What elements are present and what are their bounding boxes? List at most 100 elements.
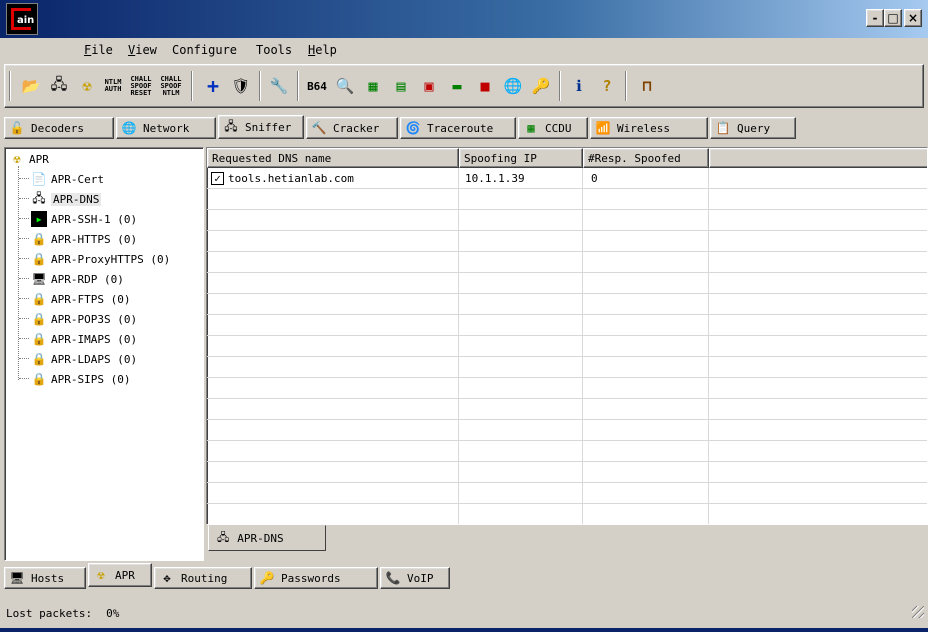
lock-icon: 🔒 [31, 332, 47, 346]
column-spoofing-ip[interactable]: Spoofing IP [459, 148, 583, 168]
tab-apr-dns[interactable]: 🖧 APR-DNS [208, 525, 326, 551]
tab-network[interactable]: 🌐 Network [116, 117, 216, 139]
radiation-icon: ☢ [13, 152, 21, 166]
wireless-icon: 📶 [595, 121, 611, 135]
menu-bar: File View Configure Tools Help [0, 38, 928, 62]
tree-item-apr-sips[interactable]: 🔒 APR-SIPS (0) [31, 369, 131, 389]
lock-icon: 🔒 [31, 352, 47, 366]
tab-routing[interactable]: ✥ Routing [154, 567, 252, 589]
base64-icon[interactable]: B64 [305, 73, 329, 99]
tree-item-apr-ldaps[interactable]: 🔒 APR-LDAPS (0) [31, 349, 138, 369]
vpn-icon[interactable]: ▤ [389, 73, 413, 99]
tree-item-apr-imaps[interactable]: 🔒 APR-IMAPS (0) [31, 329, 138, 349]
apr-start-icon[interactable]: ☢ [75, 73, 99, 99]
menu-configure[interactable]: Configure [172, 43, 237, 57]
tab-apr[interactable]: ☢ APR [88, 563, 152, 587]
tab-traceroute[interactable]: 🌀 Traceroute [400, 117, 516, 139]
cisco-icon[interactable]: ▬ [445, 73, 469, 99]
info-icon[interactable]: ℹ [567, 73, 591, 99]
network-icon: 🌐 [121, 121, 137, 135]
toolbar: 📂 🖧 ☢ NTLM AUTH CHALL SPOOF RESET CHALL SPOO… [4, 64, 924, 108]
lock-icon: 🔒 [31, 252, 47, 266]
passwords-icon: 🔑 [259, 571, 275, 585]
tree-item-apr-proxyhttps[interactable]: 🔒 APR-ProxyHTTPS (0) [31, 249, 171, 269]
ccdu-icon: ▦ [527, 121, 535, 135]
add-icon[interactable]: + [201, 73, 225, 99]
cracker-icon: 🔨 [311, 121, 327, 135]
tree-item-apr-cert[interactable]: 📄 APR-Cert [31, 169, 104, 189]
column-requested-dns-name[interactable]: Requested DNS name [207, 148, 459, 168]
menu-view[interactable]: View [128, 43, 157, 57]
tab-sniffer[interactable]: 🖧 Sniffer [218, 115, 304, 139]
column-resp-spoofed[interactable]: #Resp. Spoofed [583, 148, 709, 168]
hosts-icon: 🖥 [9, 571, 25, 585]
help-icon[interactable]: ? [595, 73, 619, 99]
box-icon[interactable]: ■ [473, 73, 497, 99]
radiation-icon: ☢ [97, 568, 105, 582]
bottom-tabs: 🖥 Hosts ☢ APR ✥ Routing 🔑 Passwords 📞 VoIP [4, 563, 924, 591]
tab-wireless[interactable]: 📶 Wireless [590, 117, 708, 139]
chall-spoof-reset-button[interactable]: CHALL SPOOF RESET [129, 73, 153, 99]
dns-icon: 🖧 [217, 530, 230, 544]
menu-tools[interactable]: Tools [256, 43, 292, 57]
lock-icon: 🔒 [31, 372, 47, 386]
app-logo[interactable]: ain [6, 3, 38, 35]
lsa-icon[interactable]: ▦ [361, 73, 385, 99]
dns-spoof-table[interactable]: Requested DNS name Spoofing IP #Resp. Sp… [206, 147, 928, 525]
shield-icon[interactable]: 🛡 [229, 73, 253, 99]
tab-decoders[interactable]: 🔓 Decoders [4, 117, 114, 139]
lost-packets-label: Lost packets: [6, 606, 93, 620]
traceroute-icon: 🌀 [405, 121, 421, 135]
apr-tree[interactable]: ☢ APR 📄 APR-Cert 🖧 APR-DNS ▶ APR-SSH-1 (… [4, 147, 204, 561]
tab-passwords[interactable]: 🔑 Passwords [254, 567, 378, 589]
tree-item-apr-rdp[interactable]: 🖥 APR-RDP (0) [31, 269, 123, 289]
resize-grip[interactable] [912, 606, 924, 618]
spoofing-ip-cell: 10.1.1.39 [465, 172, 525, 185]
tree-item-apr-ssh1[interactable]: ▶ APR-SSH-1 (0) [31, 209, 137, 229]
main-tabs: 🔓 Decoders 🌐 Network 🖧 Sniffer 🔨 Cracker 🌀 Tr… [4, 115, 924, 139]
minimize-button[interactable]: - [866, 9, 884, 27]
tree-item-apr-dns[interactable]: 🖧 APR-DNS [31, 189, 102, 209]
decoders-icon: 🔓 [9, 121, 25, 135]
key-icon[interactable]: 🔑 [529, 73, 553, 99]
dns-icon: 🖧 [32, 190, 46, 205]
window-border [0, 628, 928, 632]
tree-root-apr[interactable]: ☢ APR [9, 149, 49, 169]
lock-icon: 🔒 [31, 232, 47, 246]
tab-cracker[interactable]: 🔨 Cracker [306, 117, 398, 139]
sniffer-icon: 🖧 [224, 118, 238, 133]
table-row[interactable]: ✓ tools.hetianlab.com 10.1.1.39 0 [207, 168, 927, 189]
menu-file[interactable]: File [84, 43, 113, 57]
open-folder-icon[interactable]: 📂 [19, 73, 43, 99]
table-header: Requested DNS name Spoofing IP #Resp. Sp… [207, 148, 927, 168]
tab-hosts[interactable]: 🖥 Hosts [4, 567, 86, 589]
tree-item-apr-pop3s[interactable]: 🔒 APR-POP3S (0) [31, 309, 138, 329]
sniff-icon[interactable]: 🔍 [333, 73, 357, 99]
status-bar: Lost packets: 0% [0, 600, 928, 626]
lost-packets-value: 0% [106, 606, 120, 620]
exit-icon[interactable]: ⊓ [635, 73, 659, 99]
resp-spoofed-cell: 0 [591, 172, 598, 185]
ntlm-auth-button[interactable]: NTLM AUTH [101, 73, 125, 99]
title-bar: ain - □ × [0, 0, 928, 38]
tools-icon[interactable]: 🔧 [267, 73, 291, 99]
hash-icon[interactable]: ▣ [417, 73, 441, 99]
tab-voip[interactable]: 📞 VoIP [380, 567, 450, 589]
tab-ccdu[interactable]: ▦ CCDU [518, 117, 588, 139]
sniffer-start-icon[interactable]: 🖧 [47, 73, 71, 99]
row-checkbox[interactable]: ✓ [211, 172, 224, 185]
query-icon: 📋 [715, 121, 731, 135]
app-logo-text: ain [17, 15, 35, 26]
globe-icon[interactable]: 🌐 [501, 73, 525, 99]
grid-tabs: 🖧 APR-DNS [206, 525, 928, 561]
menu-help[interactable]: Help [308, 43, 337, 57]
maximize-button[interactable]: □ [884, 9, 902, 27]
routing-icon: ✥ [163, 571, 171, 585]
chall-spoof-ntlm-button[interactable]: CHALL SPOOF NTLM [159, 73, 183, 99]
certificate-icon: 📄 [31, 172, 47, 186]
tab-query[interactable]: 📋 Query [710, 117, 796, 139]
close-button[interactable]: × [904, 9, 922, 27]
tree-item-apr-ftps[interactable]: 🔒 APR-FTPS (0) [31, 289, 131, 309]
tree-item-apr-https[interactable]: 🔒 APR-HTTPS (0) [31, 229, 138, 249]
column-filler [709, 148, 927, 168]
